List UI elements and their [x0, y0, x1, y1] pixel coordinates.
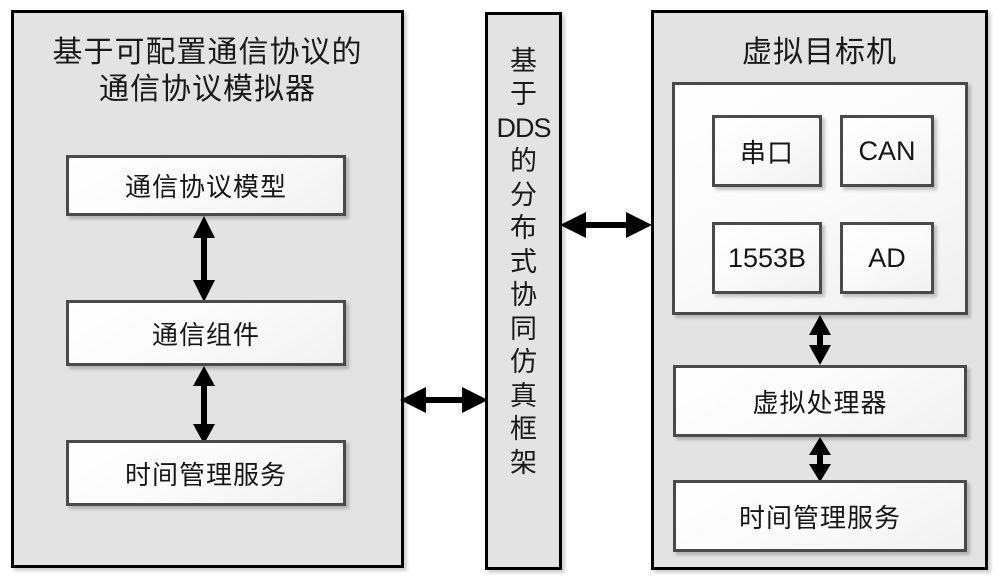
- box-virtual-processor[interactable]: 虚拟处理器: [673, 365, 967, 437]
- dds-label-char: 协: [510, 280, 537, 311]
- dds-label-char: 真: [510, 380, 537, 411]
- connector-processor-to-time-service-icon: [805, 437, 835, 482]
- dds-label-char: 仿: [510, 347, 537, 378]
- box-protocol-model[interactable]: 通信协议模型: [66, 155, 346, 216]
- box-1553b[interactable]: 1553B: [712, 222, 822, 294]
- panel-dds-framework: 基 于 DDS 的 分 布 式 协 同 仿 真 框 架: [485, 12, 562, 570]
- connector-simulator-to-framework-icon: [400, 383, 488, 417]
- panel-title-line-2: 通信协议模拟器: [99, 72, 316, 106]
- connector-model-to-component-icon: [190, 216, 218, 302]
- box-communication-component-label: 通信组件: [151, 320, 260, 350]
- box-virtual-processor-label: 虚拟处理器: [752, 388, 888, 418]
- box-1553b-label: 1553B: [727, 242, 807, 273]
- box-time-management-service-right[interactable]: 时间管理服务: [673, 480, 967, 552]
- box-time-management-service-left-label: 时间管理服务: [124, 460, 287, 490]
- box-serial-port-label: 串口: [739, 138, 794, 168]
- panel-dds-framework-label: 基 于 DDS 的 分 布 式 协 同 仿 真 框 架: [488, 45, 559, 480]
- dds-label-char: 于: [510, 79, 537, 110]
- dds-label-char: DDS: [496, 112, 551, 143]
- dds-label-char: 基: [510, 46, 537, 76]
- box-ad[interactable]: AD: [840, 222, 934, 294]
- connector-interfaces-to-processor-icon: [805, 315, 835, 365]
- panel-protocol-simulator-title: 基于可配置通信协议的 通信协议模拟器: [14, 35, 401, 108]
- box-time-management-service-right-label: 时间管理服务: [738, 503, 901, 533]
- box-ad-label: AD: [868, 242, 906, 273]
- dds-label-char: 框: [510, 414, 537, 445]
- dds-label-char: 的: [510, 146, 537, 177]
- box-protocol-model-label: 通信协议模型: [124, 173, 287, 202]
- dds-label-char: 架: [510, 447, 537, 478]
- box-can-label: CAN: [858, 135, 916, 166]
- dds-label-char: 布: [510, 213, 537, 244]
- box-can[interactable]: CAN: [840, 115, 934, 187]
- connector-framework-to-target-icon: [560, 208, 652, 242]
- box-serial-port[interactable]: 串口: [712, 115, 822, 187]
- dds-label-char: 分: [510, 179, 537, 210]
- diagram-canvas: 基于可配置通信协议的 通信协议模拟器 通信协议模型 通信组件 时间管理服务 基 …: [0, 0, 1000, 584]
- dds-label-char: 同: [510, 313, 537, 344]
- box-communication-component[interactable]: 通信组件: [66, 300, 346, 366]
- panel-title-line-1: 基于可配置通信协议的: [52, 36, 363, 69]
- box-time-management-service-left[interactable]: 时间管理服务: [66, 440, 346, 506]
- connector-component-to-time-service-icon: [190, 366, 218, 444]
- panel-virtual-target-machine-title: 虚拟目标机: [742, 36, 897, 69]
- dds-label-char: 式: [510, 246, 537, 277]
